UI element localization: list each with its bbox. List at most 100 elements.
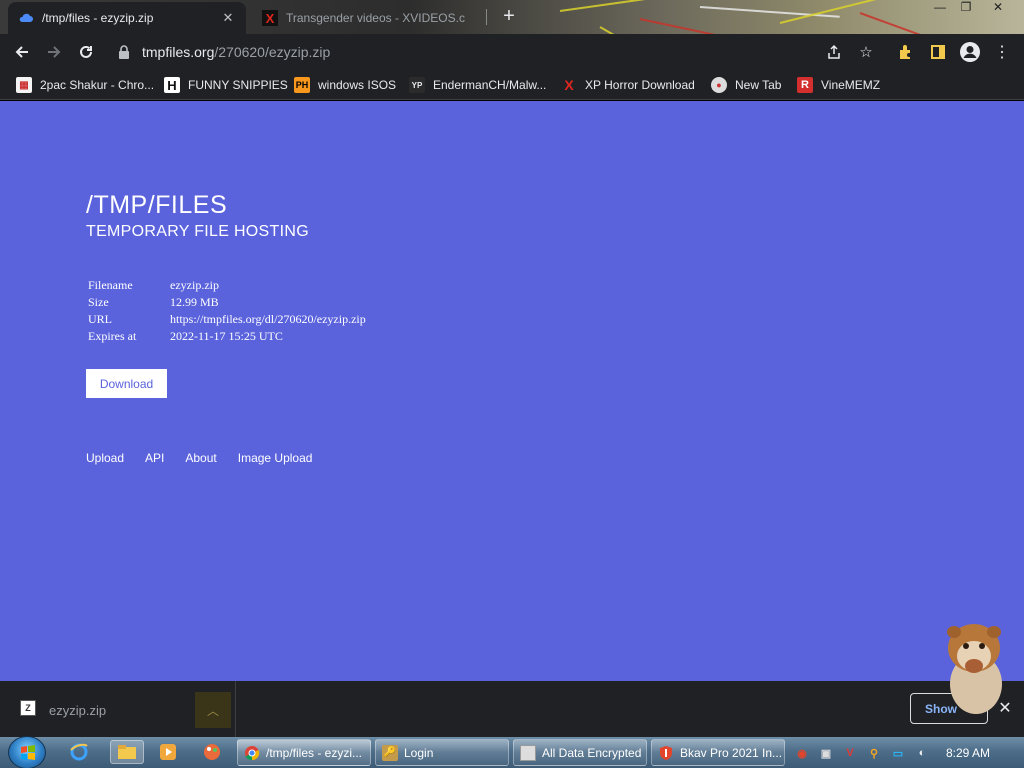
page-content: /TMP/FILES TEMPORARY FILE HOSTING Filena… (0, 101, 1024, 681)
browser-toolbar: tmpfiles.org/270620/ezyzip.zip ☆ ⋮ (0, 34, 1024, 70)
chrome-store-icon: ▦ (16, 77, 32, 93)
taskbar-task-chrome[interactable]: /tmp/files - ezyzi... (237, 739, 371, 766)
globe-icon: ● (711, 77, 727, 93)
lock-icon[interactable] (118, 45, 132, 59)
tray-antivirus-icon[interactable]: ◉ (794, 745, 810, 761)
bookmark-label: windows ISOS (318, 78, 397, 92)
taskbar-task-encrypted[interactable]: All Data Encrypted (513, 739, 647, 766)
page-subtitle: TEMPORARY FILE HOSTING (86, 223, 309, 240)
clock[interactable]: 8:29 AM (946, 746, 990, 760)
cloud-icon (18, 10, 34, 26)
tab-strip: /tmp/files - ezyzip.zip ✕ X Transgender … (0, 0, 1024, 34)
page-title: /TMP/FILES (86, 191, 228, 219)
info-label: URL (88, 312, 112, 326)
restore-button[interactable]: ❐ (954, 0, 978, 16)
filename-value: ezyzip.zip (170, 278, 219, 292)
file-explorer-icon[interactable] (110, 740, 144, 764)
bookmark-vinememz[interactable]: R VineMEMZ (797, 75, 880, 95)
taskbar: /tmp/files - ezyzi... 🔑 Login All Data E… (0, 736, 1024, 768)
internet-explorer-icon[interactable] (66, 740, 92, 764)
tab-title: /tmp/files - ezyzip.zip (42, 11, 154, 25)
minimize-button[interactable]: — (928, 0, 952, 16)
tray-v-icon[interactable]: V (842, 745, 858, 761)
tray-network-icon[interactable]: ▣ (818, 745, 834, 761)
bookmark-label: EndermanCH/Malw... (433, 78, 547, 92)
ph-logo-icon: PH (294, 77, 310, 93)
bookmark-new-tab[interactable]: ● New Tab (711, 75, 781, 95)
zip-file-icon: Z (20, 700, 36, 716)
tab-tmpfiles[interactable]: /tmp/files - ezyzip.zip ✕ (8, 2, 246, 34)
tab-xvideos[interactable]: X Transgender videos - XVIDEOS.c (252, 2, 482, 34)
x-logo-icon: X (564, 77, 574, 93)
window-icon (520, 744, 536, 761)
download-button[interactable]: Download (86, 369, 167, 398)
api-link[interactable]: API (145, 451, 164, 465)
bookmark-label: XP Horror Download (585, 78, 695, 92)
extensions-icon[interactable] (892, 38, 920, 66)
url-path: /270620/ezyzip.zip (214, 44, 331, 60)
bookmarks-bar: ▦ 2pac Shakur - Chro... H FUNNY SNIPPIES… (0, 70, 1024, 100)
start-button[interactable] (8, 736, 46, 768)
side-panel-icon[interactable] (924, 38, 952, 66)
about-link[interactable]: About (185, 451, 216, 465)
bookmark-label: FUNNY SNIPPIES (188, 78, 288, 92)
address-bar[interactable]: tmpfiles.org/270620/ezyzip.zip ☆ (110, 38, 882, 66)
x-logo-icon: X (262, 10, 278, 26)
download-shelf: Z ezyzip.zip ︿ Show ✕ (0, 681, 1024, 737)
bookmark-label: 2pac Shakur - Chro... (40, 78, 155, 92)
back-button[interactable] (8, 38, 36, 66)
expires-value: 2022-11-17 15:25 UTC (170, 329, 283, 343)
url-value: https://tmpfiles.org/dl/270620/ezyzip.zi… (170, 312, 366, 326)
chevron-up-icon[interactable]: ︿ (195, 692, 231, 728)
tab-separator (486, 9, 487, 25)
reload-button[interactable] (72, 38, 100, 66)
tray-search-icon[interactable]: ⚲ (866, 745, 882, 761)
share-icon[interactable] (820, 38, 848, 66)
tab-title: Transgender videos - XVIDEOS.c (286, 11, 465, 25)
h-logo-icon: H (164, 77, 180, 93)
new-tab-button[interactable]: + (498, 6, 520, 28)
file-info-row: URL https://tmpfiles.org/dl/270620/ezyzi… (88, 311, 366, 328)
info-label: Expires at (88, 329, 137, 343)
bookmark-2pac[interactable]: ▦ 2pac Shakur - Chro... (16, 75, 154, 95)
forward-button[interactable] (40, 38, 68, 66)
task-label: /tmp/files - ezyzi... (266, 745, 363, 760)
close-window-button[interactable]: ✕ (986, 0, 1010, 16)
profile-avatar-icon[interactable] (956, 38, 984, 66)
chrome-icon (244, 745, 260, 761)
size-value: 12.99 MB (170, 295, 219, 309)
bookmark-star-icon[interactable]: ☆ (852, 38, 880, 66)
footer-links: Upload API About Image Upload (86, 451, 333, 465)
close-tab-icon[interactable]: ✕ (220, 10, 236, 26)
bookmark-endermanch[interactable]: YP EndermanCH/Malw... (409, 75, 546, 95)
media-player-icon[interactable] (155, 740, 181, 764)
hamster-image (944, 618, 1006, 716)
bookmark-windows-isos[interactable]: PH windows ISOS (294, 75, 396, 95)
url-host: tmpfiles.org (142, 44, 215, 60)
tray-display-icon[interactable]: ▭ (890, 745, 906, 761)
bookmark-label: VineMEMZ (821, 78, 881, 92)
bookmark-funny-snippies[interactable]: H FUNNY SNIPPIES (164, 75, 288, 95)
bookmark-label: New Tab (735, 78, 782, 92)
shield-icon (658, 745, 674, 761)
task-label: Bkav Pro 2021 In... (680, 745, 783, 760)
paint-icon[interactable] (199, 740, 225, 764)
task-label: Login (404, 745, 434, 760)
download-file-name: ezyzip.zip (49, 703, 107, 718)
tray-volume-icon[interactable]: ◐ (914, 745, 930, 761)
image-upload-link[interactable]: Image Upload (238, 451, 313, 465)
r-logo-icon: R (797, 77, 813, 93)
info-label: Filename (88, 278, 133, 292)
taskbar-task-bkav[interactable]: Bkav Pro 2021 In... (651, 739, 785, 766)
upload-link[interactable]: Upload (86, 451, 124, 465)
menu-icon[interactable]: ⋮ (988, 38, 1016, 66)
file-info-row: Filename ezyzip.zip (88, 277, 366, 294)
taskbar-task-login[interactable]: 🔑 Login (375, 739, 509, 766)
download-item[interactable]: Z ezyzip.zip ︿ (0, 681, 236, 737)
yp-logo-icon: YP (409, 77, 425, 93)
file-info-row: Expires at 2022-11-17 15:25 UTC (88, 328, 366, 345)
file-info-table: Filename ezyzip.zip Size 12.99 MB URL ht… (88, 277, 366, 345)
task-label: All Data Encrypted (542, 745, 642, 760)
info-label: Size (88, 295, 109, 309)
bookmark-xp-horror[interactable]: X XP Horror Download (561, 75, 695, 95)
